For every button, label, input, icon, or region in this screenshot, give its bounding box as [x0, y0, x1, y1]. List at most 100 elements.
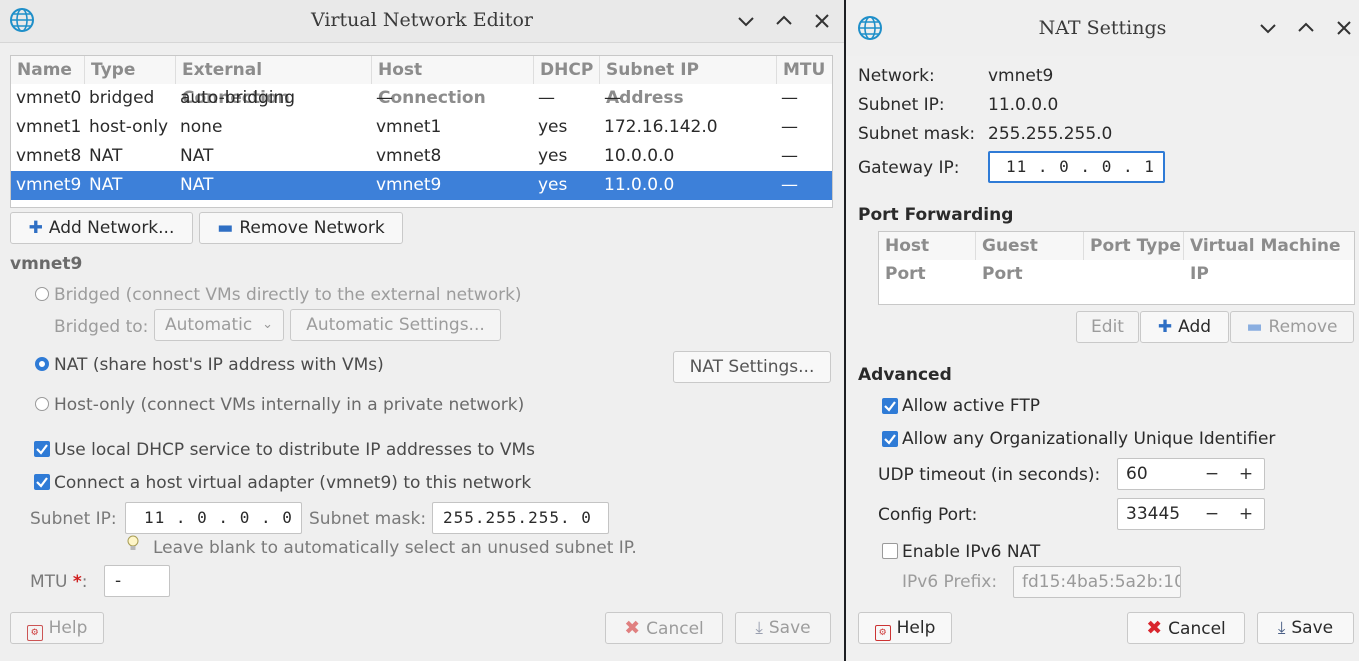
cell-type: NAT [89, 175, 123, 195]
minus-icon: ▬ [217, 218, 234, 238]
udp-timeout-spinbox[interactable]: 60 − + [1117, 458, 1265, 490]
help-button[interactable]: ⚙ Help [858, 612, 952, 644]
save-button[interactable]: ⤓ Save [1257, 612, 1354, 644]
plus-icon: ✚ [1157, 317, 1173, 337]
subnet-ip-input[interactable]: 11 . 0 . 0 . 0 [125, 502, 302, 534]
config-port-spinbox[interactable]: 33445 − + [1117, 498, 1265, 530]
table-row[interactable]: vmnet8 NAT NAT vmnet8 yes 10.0.0.0 — [11, 142, 832, 171]
cell-name: vmnet9 [16, 175, 82, 195]
host-adapter-checkbox-label[interactable]: Connect a host virtual adapter (vmnet9) … [54, 473, 531, 493]
checkmark-icon [884, 401, 896, 412]
ipv6-prefix-input[interactable]: fd15:4ba5:5a2b:10 [1013, 566, 1181, 598]
nat-settings-button[interactable]: NAT Settings... [673, 351, 831, 383]
cell-subnet: 11.0.0.0 [604, 175, 675, 195]
subnet-mask-label: Subnet mask: [858, 124, 976, 144]
bridged-radio[interactable] [35, 287, 49, 301]
column-header-guest-port[interactable]: Guest Port [976, 232, 1084, 284]
gateway-ip-input[interactable]: 11 . 0 . 0 . 1 [988, 151, 1165, 183]
mtu-input[interactable]: - [104, 565, 170, 597]
ipv6-nat-label[interactable]: Enable IPv6 NAT [902, 542, 1040, 562]
cell-host: vmnet9 [376, 175, 442, 195]
chevron-down-icon: ⌄ [262, 317, 273, 332]
table-row[interactable]: vmnet1 host-only none vmnet1 yes 172.16.142.0… [11, 113, 832, 142]
column-header-vm-ip[interactable]: Virtual Machine IP [1184, 232, 1354, 284]
cell-host: — [376, 88, 393, 108]
add-network-button[interactable]: ✚ Add Network... [10, 212, 193, 244]
allow-ftp-checkbox[interactable] [882, 398, 898, 414]
cell-dhcp: yes [538, 146, 568, 166]
decrement-button[interactable]: − [1195, 459, 1229, 489]
cancel-x-icon: ✖ [1146, 617, 1163, 639]
gateway-ip-label: Gateway IP: [858, 158, 960, 178]
remove-network-button[interactable]: ▬ Remove Network [199, 212, 403, 244]
window-title: NAT Settings [1038, 17, 1167, 39]
column-header-host[interactable]: Host Connection [372, 56, 534, 108]
network-table: Name Type External Connection Host Conne… [10, 55, 833, 208]
host-adapter-checkbox[interactable] [34, 474, 50, 490]
column-header-mtu[interactable]: MTU [777, 56, 832, 84]
titlebar[interactable]: NAT Settings [846, 0, 1359, 56]
section-title: vmnet9 [10, 254, 83, 274]
column-header-external[interactable]: External Connection [176, 56, 372, 108]
bridged-radio-label[interactable]: Bridged (connect VMs directly to the ext… [54, 285, 522, 305]
titlebar[interactable]: Virtual Network Editor [0, 0, 844, 43]
config-port-label: Config Port: [878, 505, 978, 525]
edit-button[interactable]: Edit [1076, 311, 1139, 343]
save-icon: ⤓ [755, 618, 763, 638]
column-header-type[interactable]: Type [85, 56, 176, 84]
allow-ftp-label[interactable]: Allow active FTP [902, 396, 1040, 416]
dhcp-checkbox-label[interactable]: Use local DHCP service to distribute IP … [54, 440, 535, 460]
column-header-host-port[interactable]: Host Port [879, 232, 976, 284]
column-header-dhcp[interactable]: DHCP [534, 56, 600, 84]
close-icon[interactable] [1332, 16, 1356, 40]
cancel-button[interactable]: ✖ Cancel [1127, 612, 1245, 644]
allow-oui-label[interactable]: Allow any Organizationally Unique Identi… [902, 429, 1275, 449]
column-header-name[interactable]: Name [11, 56, 85, 84]
save-button[interactable]: ⤓ Save [735, 612, 831, 644]
cell-type: host-only [89, 117, 169, 137]
cell-dhcp: — [538, 88, 555, 108]
decrement-button[interactable]: − [1195, 499, 1229, 529]
remove-button[interactable]: ▬ Remove [1230, 311, 1354, 343]
allow-oui-checkbox[interactable] [882, 431, 898, 447]
maximize-chevron-icon[interactable] [772, 9, 796, 33]
ipv6-nat-checkbox[interactable] [882, 543, 898, 559]
cancel-button[interactable]: ✖ Cancel [605, 612, 723, 644]
bridged-to-label: Bridged to: [54, 317, 149, 337]
increment-button[interactable]: + [1229, 499, 1263, 529]
cell-type: bridged [89, 88, 155, 108]
host-only-radio-label[interactable]: Host-only (connect VMs internally in a p… [54, 395, 524, 415]
cell-external: NAT [180, 175, 214, 195]
close-icon[interactable] [810, 9, 834, 33]
maximize-chevron-icon[interactable] [1294, 16, 1318, 40]
cell-host: vmnet8 [376, 146, 442, 166]
table-row[interactable]: vmnet0 bridged auto-bridging — — — — [11, 84, 832, 113]
cell-subnet: 10.0.0.0 [604, 146, 675, 166]
udp-timeout-label: UDP timeout (in seconds): [878, 465, 1101, 485]
help-icon: ⚙ [874, 625, 891, 641]
subnet-ip-label: Subnet IP: [30, 509, 117, 529]
subnet-mask-input[interactable]: 255.255.255. 0 [432, 502, 609, 534]
automatic-settings-button[interactable]: Automatic Settings... [290, 309, 501, 341]
add-button[interactable]: ✚ Add [1140, 311, 1229, 343]
nat-radio[interactable] [35, 357, 49, 371]
cell-dhcp: yes [538, 117, 568, 137]
minimize-chevron-icon[interactable] [1256, 16, 1280, 40]
column-header-port-type[interactable]: Port Type [1084, 232, 1184, 260]
nat-radio-label[interactable]: NAT (share host's IP address with VMs) [54, 355, 384, 375]
increment-button[interactable]: + [1229, 459, 1263, 489]
cell-mtu: — [781, 88, 798, 108]
cancel-x-icon: ✖ [624, 617, 641, 639]
bridged-to-select[interactable]: Automatic ⌄ [154, 309, 284, 341]
port-forwarding-table: Host Port Guest Port Port Type Virtual M… [878, 231, 1355, 305]
cell-external: none [180, 117, 223, 137]
column-header-subnet[interactable]: Subnet IP Address [600, 56, 777, 108]
minimize-chevron-icon[interactable] [734, 9, 758, 33]
help-button[interactable]: ⚙ Help [10, 612, 104, 644]
host-only-radio[interactable] [35, 397, 49, 411]
cell-name: vmnet1 [16, 117, 82, 137]
table-row[interactable]: vmnet9 NAT NAT vmnet9 yes 11.0.0.0 — [11, 171, 832, 200]
cell-external: auto-bridging [180, 88, 296, 108]
cell-subnet: 172.16.142.0 [604, 117, 718, 137]
dhcp-checkbox[interactable] [34, 441, 50, 457]
